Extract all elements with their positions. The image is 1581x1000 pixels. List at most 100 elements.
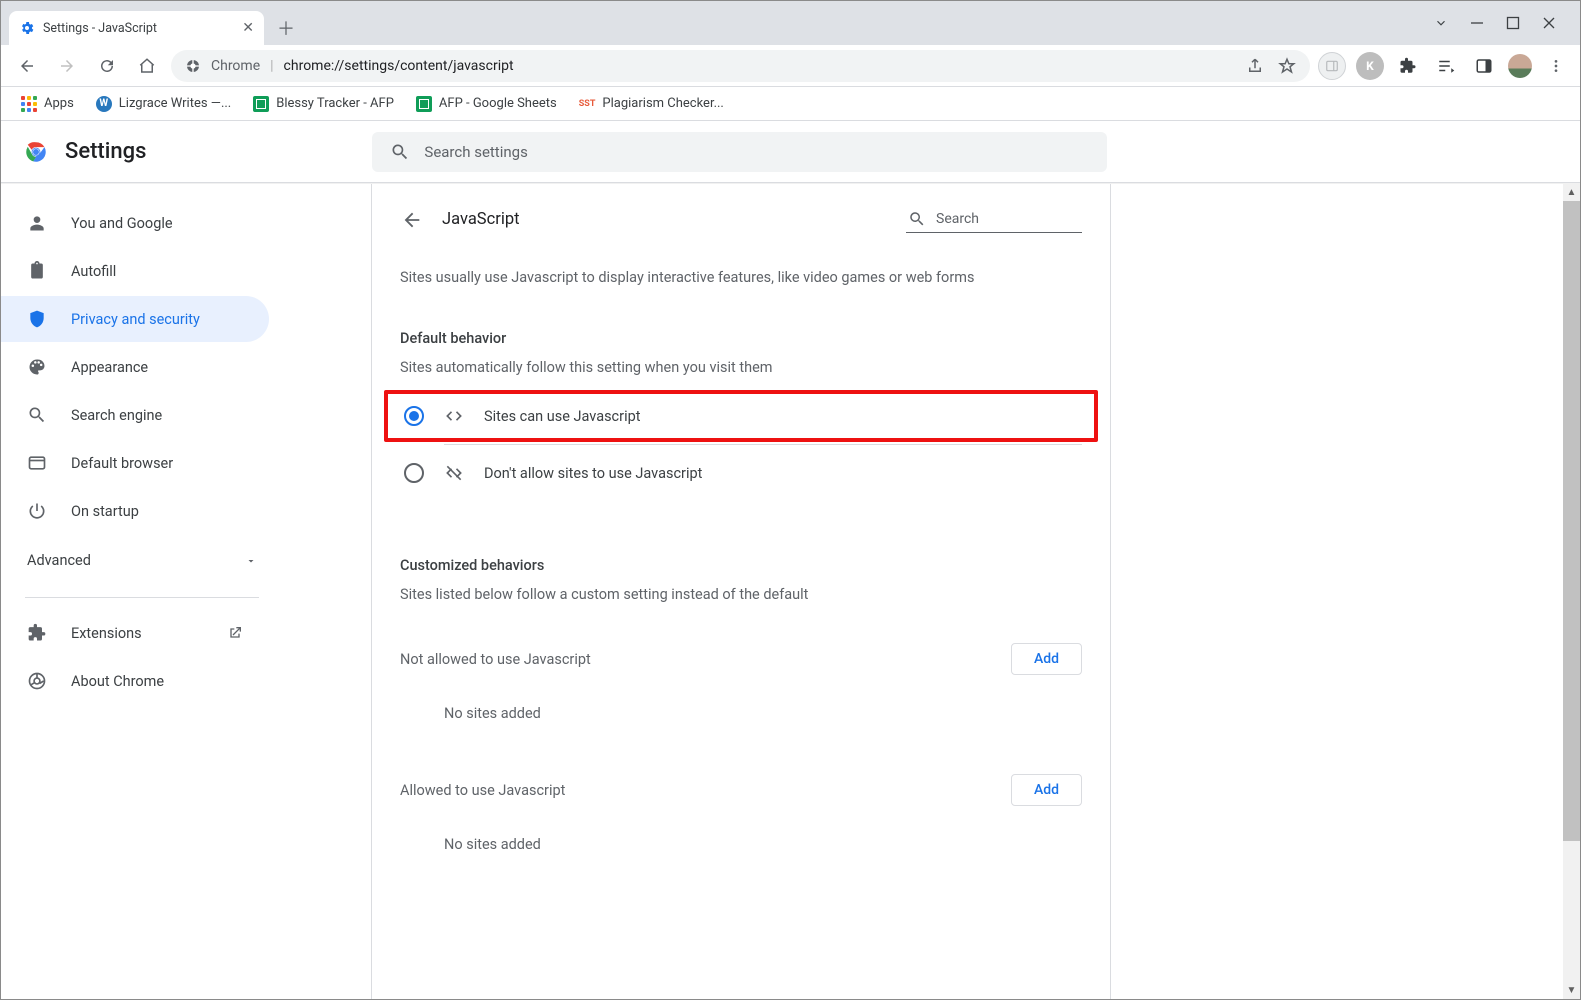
sidebar-item-about-chrome[interactable]: About Chrome — [1, 658, 269, 704]
default-behavior-title: Default behavior — [400, 330, 1082, 347]
nav-reload-button[interactable] — [91, 50, 123, 82]
radio-checked-icon[interactable] — [404, 406, 424, 426]
search-icon — [908, 210, 926, 228]
tab-title: Settings - JavaScript — [43, 21, 157, 36]
settings-title: Settings — [65, 139, 146, 164]
extensions-puzzle-icon[interactable] — [1394, 52, 1422, 80]
shield-icon — [27, 309, 47, 329]
settings-sidebar: You and Google Autofill Privacy and secu… — [1, 184, 283, 999]
sidebar-item-on-startup[interactable]: On startup — [1, 488, 269, 534]
sheets-icon — [253, 96, 269, 112]
sidebar-item-privacy-security[interactable]: Privacy and security — [1, 296, 269, 342]
radio-sites-can-use-js[interactable]: Sites can use Javascript — [400, 388, 1082, 444]
bookmark-afp-sheets[interactable]: AFP - Google Sheets — [408, 92, 565, 116]
open-external-icon — [227, 625, 243, 641]
scrollbar-thumb[interactable] — [1563, 201, 1580, 841]
power-icon — [27, 501, 47, 521]
bookmarks-bar: Apps W Lizgrace Writes —... Blessy Track… — [1, 87, 1580, 121]
not-allowed-row: Not allowed to use Javascript Add — [400, 643, 1082, 675]
caret-down-icon — [245, 555, 257, 567]
media-control-icon[interactable] — [1432, 52, 1460, 80]
radio-allow-label: Sites can use Javascript — [484, 408, 640, 425]
search-icon — [390, 142, 410, 162]
magnifier-icon — [27, 405, 47, 425]
tab-close-icon[interactable]: ✕ — [242, 20, 254, 36]
browser-toolbar: Chrome | chrome://settings/content/javas… — [1, 45, 1580, 87]
browser-tab-active[interactable]: Settings - JavaScript ✕ — [9, 11, 264, 45]
sst-icon: SST — [579, 99, 596, 109]
chrome-outline-icon — [27, 671, 47, 691]
settings-header: Settings Search settings — [1, 121, 1580, 183]
puzzle-icon — [27, 623, 47, 643]
inline-search[interactable]: Search — [906, 206, 1082, 233]
allowed-label: Allowed to use Javascript — [400, 782, 565, 799]
settings-gear-icon — [19, 20, 35, 36]
sidebar-item-extensions[interactable]: Extensions — [1, 610, 269, 656]
sidebar-advanced[interactable]: Advanced — [1, 536, 283, 585]
scroll-down-arrow-icon[interactable]: ▼ — [1563, 982, 1580, 999]
nav-forward-button[interactable] — [51, 50, 83, 82]
side-panel-icon[interactable] — [1470, 52, 1498, 80]
radio-unchecked-icon[interactable] — [404, 463, 424, 483]
nav-home-button[interactable] — [131, 50, 163, 82]
new-tab-button[interactable]: ＋ — [272, 14, 300, 42]
customized-behaviors-subtitle: Sites listed below follow a custom setti… — [400, 586, 1082, 603]
share-icon[interactable] — [1246, 57, 1264, 75]
apps-label: Apps — [44, 96, 74, 111]
settings-search-placeholder: Search settings — [424, 143, 527, 161]
not-allowed-label: Not allowed to use Javascript — [400, 651, 591, 668]
bookmark-lizgrace[interactable]: W Lizgrace Writes —... — [88, 92, 239, 116]
radio-dont-allow-js[interactable]: Don't allow sites to use Javascript — [400, 445, 1082, 501]
extension-k-icon[interactable]: K — [1356, 52, 1384, 80]
window-controls — [1410, 1, 1580, 45]
settings-app: Settings Search settings You and Google … — [1, 121, 1580, 999]
profile-avatar[interactable] — [1508, 54, 1532, 78]
person-icon — [27, 213, 47, 233]
side-panel-disabled-icon[interactable] — [1318, 52, 1346, 80]
sidebar-separator — [25, 597, 259, 598]
wordpress-icon: W — [96, 96, 112, 112]
sidebar-item-you-and-google[interactable]: You and Google — [1, 200, 269, 246]
add-not-allowed-button[interactable]: Add — [1011, 643, 1082, 675]
tab-search-chevron-icon[interactable] — [1434, 16, 1448, 30]
chrome-menu-icon[interactable] — [1542, 52, 1570, 80]
omnibox-url: chrome://settings/content/javascript — [284, 58, 514, 74]
sidebar-item-search-engine[interactable]: Search engine — [1, 392, 269, 438]
sidebar-item-autofill[interactable]: Autofill — [1, 248, 269, 294]
clipboard-icon — [27, 261, 47, 281]
nav-back-button[interactable] — [11, 50, 43, 82]
scroll-up-arrow-icon[interactable]: ▲ — [1563, 184, 1580, 201]
toolbar-right-icons: K — [1318, 52, 1570, 80]
omnibox[interactable]: Chrome | chrome://settings/content/javas… — [171, 50, 1310, 82]
sidebar-item-appearance[interactable]: Appearance — [1, 344, 269, 390]
settings-card: JavaScript Search Sites usually use Java… — [371, 184, 1111, 999]
omnibox-scheme: Chrome — [211, 58, 260, 74]
not-allowed-empty: No sites added — [444, 705, 1082, 722]
bookmark-plagiarism-checker[interactable]: SST Plagiarism Checker... — [571, 92, 732, 115]
page-title: JavaScript — [442, 210, 520, 229]
allowed-row: Allowed to use Javascript Add — [400, 774, 1082, 806]
settings-search[interactable]: Search settings — [372, 132, 1107, 172]
vertical-scrollbar[interactable]: ▲ ▼ — [1563, 184, 1580, 999]
intro-text: Sites usually use Javascript to display … — [400, 269, 1082, 286]
card-header: JavaScript Search — [400, 206, 1082, 233]
browser-window-icon — [27, 453, 47, 473]
browser-tabstrip: Settings - JavaScript ✕ ＋ — [1, 1, 1580, 45]
add-allowed-button[interactable]: Add — [1011, 774, 1082, 806]
code-off-icon — [444, 463, 464, 483]
radio-block-label: Don't allow sites to use Javascript — [484, 465, 702, 482]
window-maximize-icon[interactable] — [1506, 16, 1520, 30]
site-info-icon[interactable] — [185, 58, 201, 74]
window-minimize-icon[interactable] — [1470, 16, 1484, 30]
apps-grid-icon — [21, 96, 37, 112]
inline-search-placeholder: Search — [936, 211, 979, 227]
bookmark-star-icon[interactable] — [1278, 57, 1296, 75]
default-behavior-subtitle: Sites automatically follow this setting … — [400, 359, 1082, 376]
bookmark-blessy-tracker[interactable]: Blessy Tracker - AFP — [245, 92, 402, 116]
apps-shortcut[interactable]: Apps — [13, 92, 82, 116]
window-close-icon[interactable] — [1542, 16, 1556, 30]
back-arrow-button[interactable] — [400, 208, 424, 232]
customized-behaviors-title: Customized behaviors — [400, 557, 1082, 574]
chrome-logo-icon — [23, 139, 49, 165]
sidebar-item-default-browser[interactable]: Default browser — [1, 440, 269, 486]
